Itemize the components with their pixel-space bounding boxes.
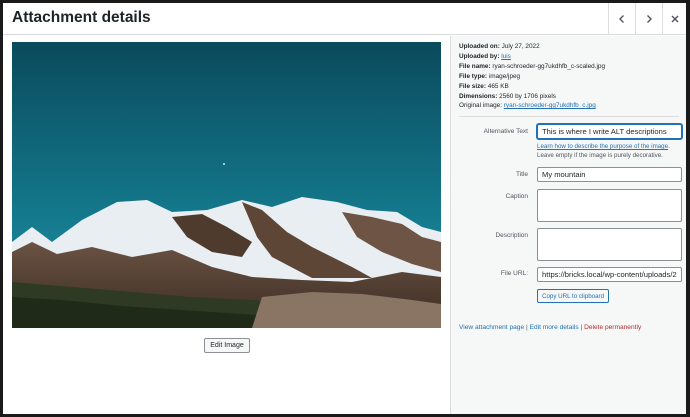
file-type-label: File type: [459,72,488,80]
action-separator: | [525,324,528,331]
modal-header: Attachment details [3,3,686,35]
original-image-label: Original image: [459,102,502,110]
file-type-value: image/jpeg [488,72,521,80]
title-label: Title [515,171,528,178]
action-separator: | [580,324,583,331]
previous-attachment-button[interactable] [608,3,635,35]
divider [459,116,679,117]
original-image-link[interactable]: ryan-schroeder-gg7ukdhfb_c.jpg [504,102,596,109]
uploaded-on-value: July 27, 2022 [501,43,540,50]
view-attachment-link[interactable]: View attachment page [459,324,524,331]
chevron-right-icon [647,15,652,23]
file-url-input[interactable]: https://bricks.local/wp-content/uploads/… [537,267,682,282]
description-label: Description [495,232,528,239]
edit-image-button[interactable]: Edit Image [204,338,250,353]
attachment-image [12,42,441,328]
close-icon [671,15,678,23]
edit-more-details-link[interactable]: Edit more details [530,324,579,331]
caption-label: Caption [505,193,528,200]
copy-url-button[interactable]: Copy URL to clipboard [537,289,610,303]
mountain-photo [12,42,441,328]
attachment-sidebar: Uploaded on: July 27, 2022 Uploaded by: … [450,36,686,414]
alt-text-help: Learn how to describe the purpose of the… [537,143,670,159]
uploaded-on-label: Uploaded on: [459,43,500,50]
title-input[interactable]: My mountain [537,167,682,182]
attachment-details-modal: Attachment details Edit Image Uploaded o… [3,3,686,414]
alt-text-help-link[interactable]: Learn how to describe the purpose of the… [537,143,668,150]
alt-text-help-text: Leave empty if the image is purely decor… [537,151,663,159]
description-textarea[interactable] [537,228,682,261]
file-name-value: ryan-schroeder-gg7ukdhfb_c-scaled.jpg [492,62,606,70]
close-button[interactable] [662,3,686,35]
delete-permanently-link[interactable]: Delete permanently [584,324,641,331]
uploaded-by-label: Uploaded by: [459,52,500,60]
attachment-actions: View attachment page | Edit more details… [459,324,641,331]
caption-textarea[interactable] [537,189,682,222]
chevron-left-icon [619,15,624,23]
next-attachment-button[interactable] [635,3,662,35]
alt-text-input[interactable]: This is where I write ALT descriptions [537,124,682,139]
modal-title: Attachment details [12,9,151,26]
file-size-label: File size: [459,82,486,90]
uploaded-by-link[interactable]: luis [501,53,511,60]
alt-text-label: Alternative Text [483,128,528,135]
file-name-label: File name: [459,62,491,70]
dimensions-label: Dimensions: [459,92,498,100]
attachment-preview: Edit Image [3,36,450,414]
attachment-meta: Uploaded on: July 27, 2022 Uploaded by: … [459,42,605,111]
file-size-value: 465 KB [487,82,509,90]
dimensions-value: 2560 by 1706 pixels [499,92,556,100]
file-url-label: File URL: [500,270,528,277]
